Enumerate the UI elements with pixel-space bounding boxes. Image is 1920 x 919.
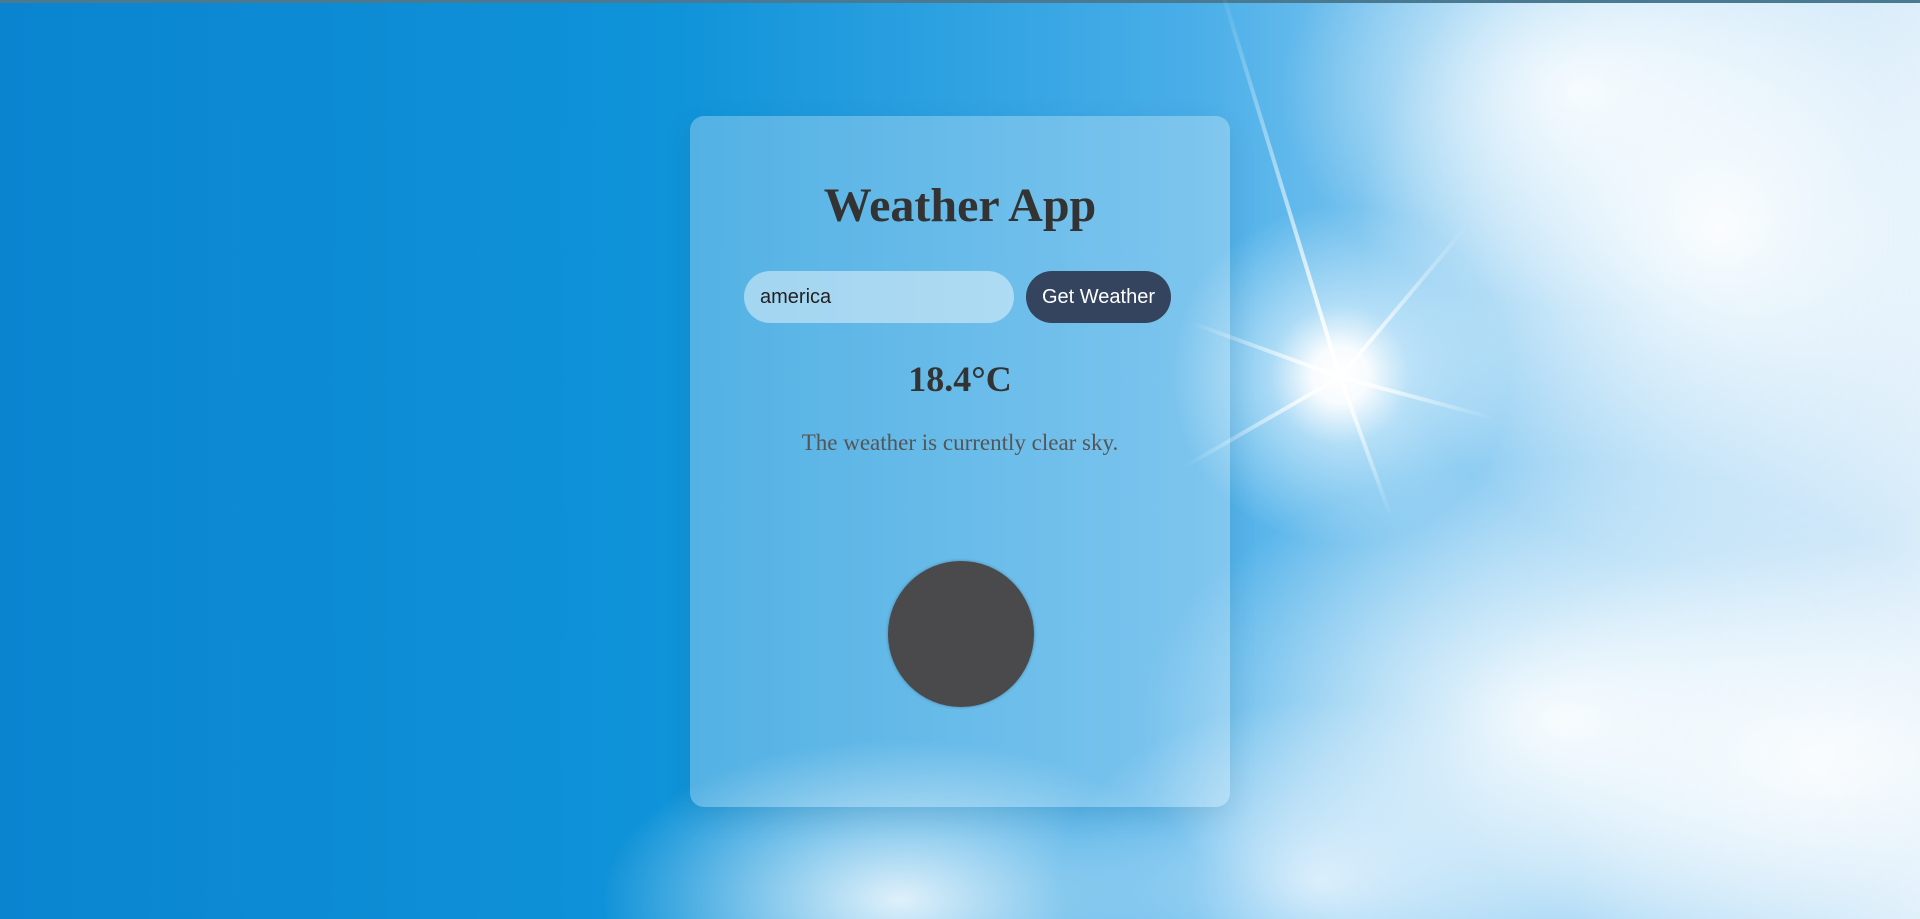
weather-description: The weather is currently clear sky. (801, 430, 1119, 455)
page-title: Weather App (823, 179, 1097, 232)
weather-condition-icon (888, 561, 1034, 707)
temperature-value: 18.4°C (908, 359, 1012, 399)
city-search-input[interactable] (744, 271, 1014, 323)
weather-card: Weather App Get Weather 18.4°C The weath… (690, 116, 1230, 807)
get-weather-button[interactable]: Get Weather (1026, 271, 1172, 323)
search-row: Get Weather (744, 271, 1172, 323)
top-border (0, 0, 1920, 3)
